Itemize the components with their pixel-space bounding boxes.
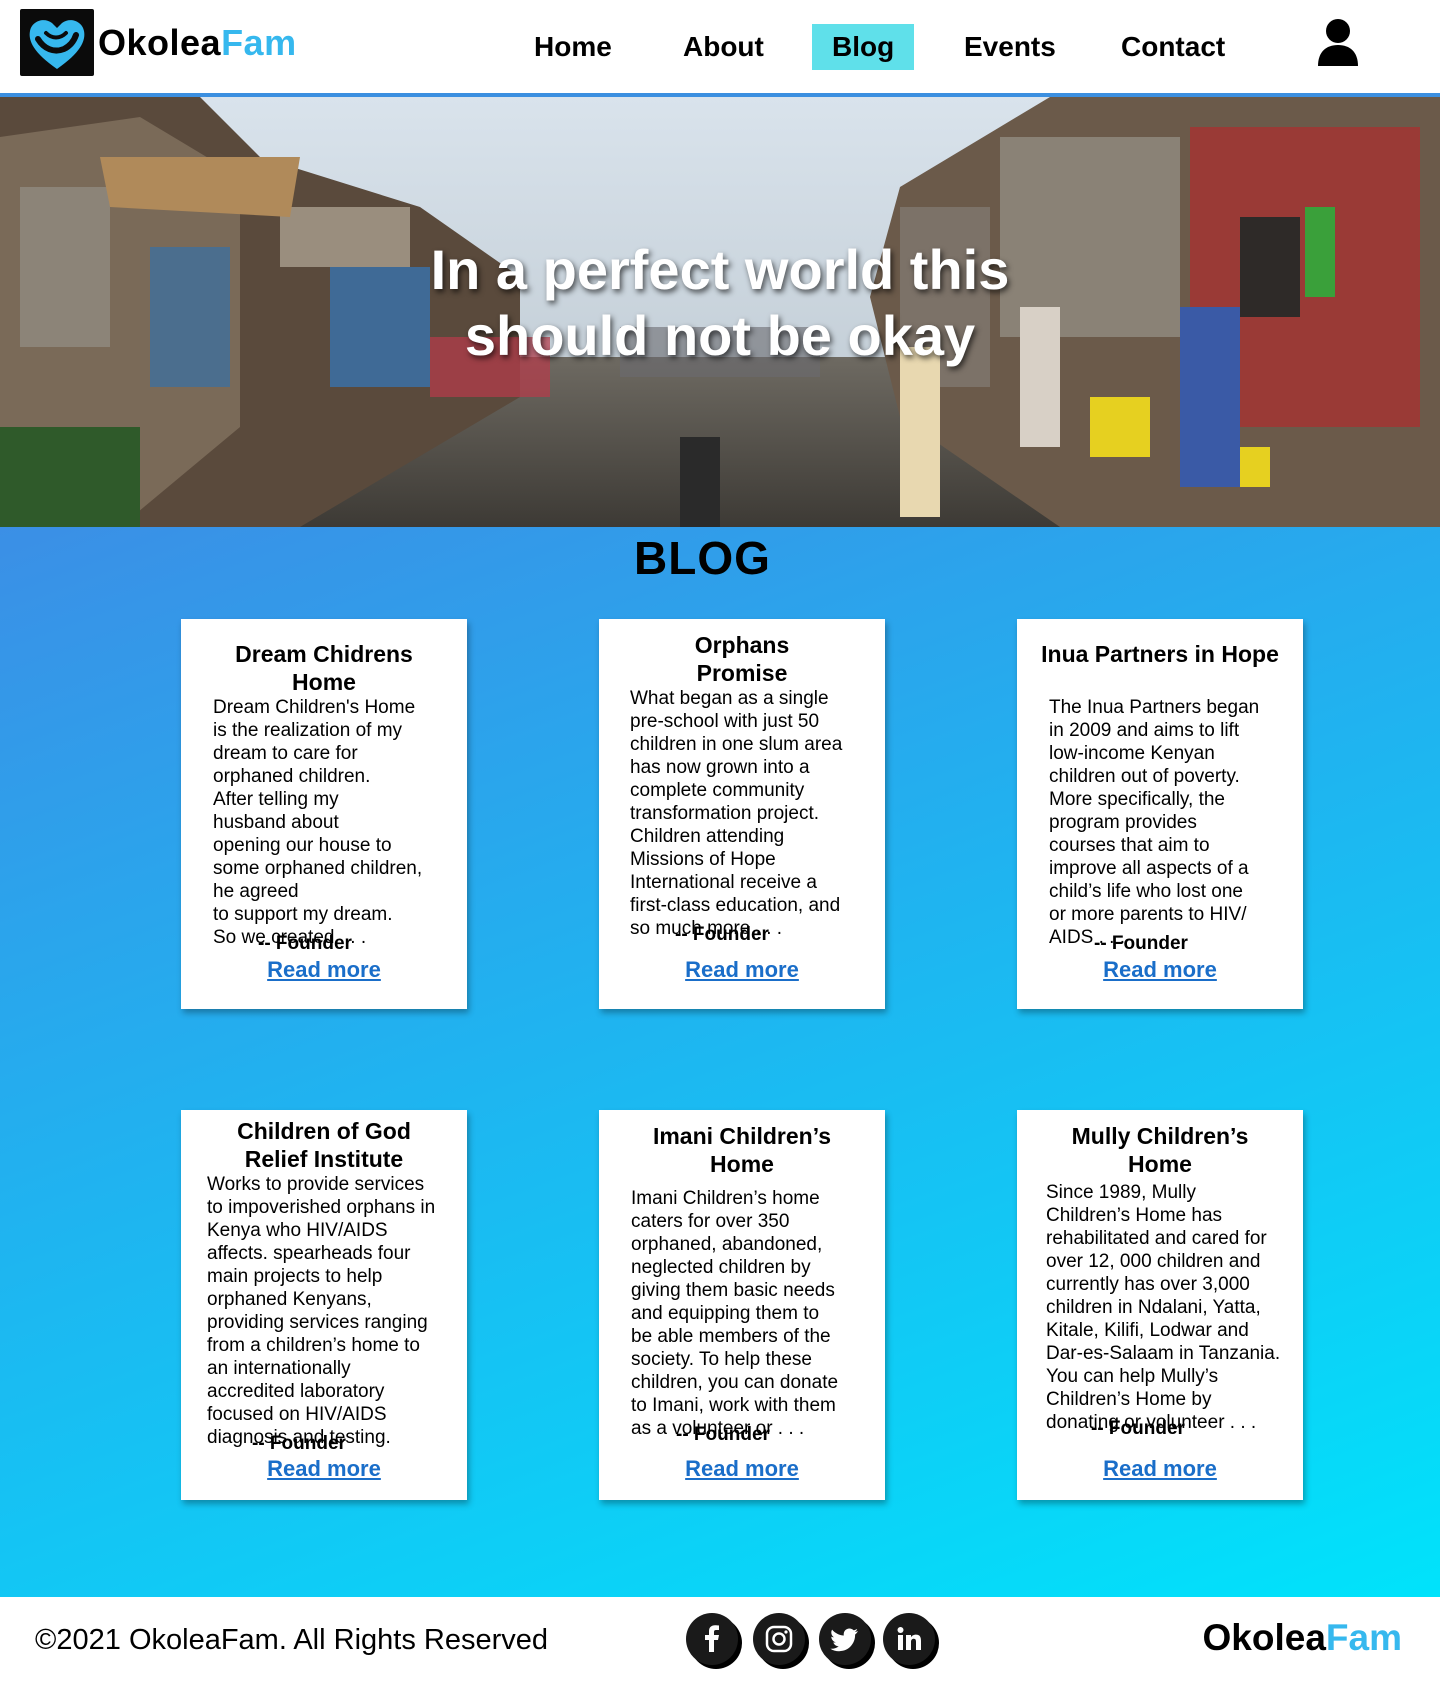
read-more-link[interactable]: Read more: [599, 957, 885, 983]
hero-banner: In a perfect world this should not be ok…: [0, 97, 1440, 527]
card-title: Dream Chidrens Home: [235, 641, 413, 695]
read-more-link[interactable]: Read more: [181, 957, 467, 983]
site-footer: ©2021 OkoleaFam. All Rights Reserved Oko…: [0, 1597, 1440, 1681]
card-author: -- Founder: [675, 924, 769, 945]
card-body: Since 1989, Mully Children’s Home has re…: [1046, 1182, 1281, 1433]
read-more-link[interactable]: Read more: [599, 1456, 885, 1482]
card-body: What began as a single pre-school with j…: [630, 688, 843, 939]
card-body: Works to provide services to impoverishe…: [207, 1174, 436, 1448]
instagram-icon[interactable]: [753, 1613, 805, 1665]
linkedin-icon[interactable]: [883, 1613, 935, 1665]
site-header: OkoleaFam Home About Blog Events Contact: [0, 0, 1440, 97]
card-title: Orphans Promise: [694, 632, 790, 686]
card-author: -- Founder: [258, 933, 352, 954]
card-author: -- Founder: [1091, 1418, 1185, 1439]
user-account-icon[interactable]: [1316, 18, 1360, 66]
card-author: -- Founder: [252, 1433, 346, 1454]
blog-card-dream-childrens-home: Dream Chidrens Home Dream Children's Hom…: [181, 619, 467, 1009]
card-body: The Inua Partners began in 2009 and aims…: [1049, 697, 1260, 948]
twitter-icon[interactable]: [819, 1613, 871, 1665]
site-logo[interactable]: OkoleaFam: [20, 9, 297, 76]
facebook-icon[interactable]: [686, 1613, 738, 1665]
nav-about[interactable]: About: [663, 24, 784, 70]
nav-events[interactable]: Events: [944, 24, 1076, 70]
card-title: Children of God Relief Institute: [237, 1118, 411, 1172]
card-author: -- Founder: [1094, 933, 1188, 954]
card-title: Inua Partners in Hope: [1041, 641, 1279, 667]
nav-contact[interactable]: Contact: [1101, 24, 1245, 70]
blog-card-imani-childrens-home: Imani Children’s Home Imani Children’s h…: [599, 1110, 885, 1500]
read-more-link[interactable]: Read more: [181, 1456, 467, 1482]
blog-card-mully-childrens-home: Mully Children’s Home Since 1989, Mully …: [1017, 1110, 1303, 1500]
read-more-link[interactable]: Read more: [1017, 1456, 1303, 1482]
card-title: Mully Children’s Home: [1071, 1123, 1249, 1177]
blog-section: BLOG Dream Chidrens Home Dream Children'…: [0, 527, 1440, 1597]
blog-card-inua-partners: Inua Partners in Hope The Inua Partners …: [1017, 619, 1303, 1009]
hero-title: In a perfect world this should not be ok…: [430, 238, 1010, 367]
copyright-text: ©2021 OkoleaFam. All Rights Reserved: [35, 1624, 548, 1656]
heart-hands-logo-icon: [20, 9, 94, 76]
blog-card-orphans-promise: Orphans Promise What began as a single p…: [599, 619, 885, 1009]
logo-text: OkoleaFam: [98, 21, 297, 63]
footer-logo[interactable]: OkoleaFam: [1203, 1617, 1402, 1659]
card-title: Imani Children’s Home: [652, 1123, 832, 1177]
read-more-link[interactable]: Read more: [1017, 957, 1303, 983]
nav-blog[interactable]: Blog: [812, 24, 915, 70]
card-body: Imani Children’s home caters for over 35…: [631, 1188, 839, 1439]
card-author: -- Founder: [676, 1424, 770, 1445]
blog-heading: BLOG: [634, 532, 771, 584]
blog-card-children-of-god: Children of God Relief Institute Works t…: [181, 1110, 467, 1500]
card-body: Dream Children's Home is the realization…: [213, 697, 423, 948]
nav-home[interactable]: Home: [514, 24, 632, 70]
